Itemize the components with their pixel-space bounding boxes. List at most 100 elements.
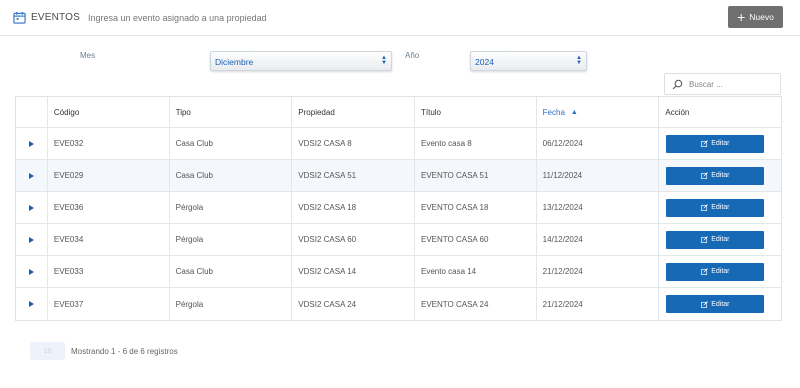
edit-button[interactable]: Editar [666, 230, 765, 249]
header-propiedad[interactable]: Propiedad [292, 97, 415, 127]
expand-cell[interactable] [16, 192, 48, 223]
cell-fecha: 13/12/2024 [537, 192, 660, 223]
cell-propiedad: VDSI2 CASA 18 [292, 192, 415, 223]
expand-cell[interactable] [16, 224, 48, 255]
page-subtitle: Ingresa un evento asignado a una propied… [88, 13, 267, 23]
expand-arrow-icon[interactable] [28, 236, 34, 243]
cell-titulo: EVENTO CASA 24 [415, 288, 537, 320]
cell-codigo: EVE036 [48, 192, 170, 223]
cell-fecha: 11/12/2024 [537, 160, 660, 191]
new-button-label: Nuevo [749, 12, 774, 22]
cell-titulo: Evento casa 14 [415, 256, 537, 287]
cell-accion: Editar [659, 192, 781, 223]
new-button[interactable]: + Nuevo [728, 6, 783, 28]
cell-accion: Editar [659, 160, 781, 191]
edit-icon [701, 140, 709, 147]
edit-button[interactable]: Editar [666, 166, 765, 185]
cell-tipo: Casa Club [170, 256, 293, 287]
edit-button[interactable]: Editar [666, 295, 765, 313]
table-row: EVE037 Pérgola VDSI2 CASA 24 EVENTO CASA… [16, 288, 781, 320]
table-row: EVE034 Pérgola VDSI2 CASA 60 EVENTO CASA… [16, 224, 781, 256]
pagination-info: Mostrando 1 - 6 de 6 registros [71, 347, 178, 356]
edit-icon [701, 236, 709, 243]
edit-button[interactable]: Editar [666, 198, 765, 217]
edit-icon [701, 204, 709, 211]
sort-asc-icon: ▲ [570, 108, 578, 116]
cell-fecha: 21/12/2024 [537, 256, 660, 287]
cell-tipo: Pérgola [170, 224, 293, 255]
select-arrows-icon: ▲ ▼ [576, 55, 582, 66]
cell-titulo: Evento casa 8 [415, 128, 537, 159]
cell-accion: Editar [659, 224, 781, 255]
cell-accion: Editar [659, 256, 781, 287]
expand-arrow-icon[interactable] [28, 268, 34, 275]
month-select-value: Diciembre [215, 57, 254, 67]
cell-titulo: EVENTO CASA 51 [415, 160, 537, 191]
expand-arrow-icon[interactable] [28, 301, 34, 307]
cell-tipo: Casa Club [170, 160, 293, 191]
table-row: EVE032 Casa Club VDSI2 CASA 8 Evento cas… [16, 128, 781, 160]
cell-titulo: EVENTO CASA 18 [415, 192, 537, 223]
cell-codigo: EVE032 [48, 128, 170, 159]
table-header-row: Código Tipo Propiedad Título Fecha ▲ Acc… [16, 97, 781, 128]
header-fecha[interactable]: Fecha ▲ [537, 97, 660, 127]
cell-codigo: EVE037 [48, 288, 170, 320]
header-expand [16, 97, 48, 127]
edit-button-label: Editar [711, 300, 730, 308]
header-accion: Acción [665, 107, 690, 117]
search-input[interactable]: Buscar ... [664, 73, 781, 95]
edit-button-label: Editar [711, 268, 730, 275]
expand-arrow-icon[interactable] [28, 140, 34, 147]
calendar-icon [13, 11, 26, 24]
edit-icon [701, 300, 709, 308]
page-title: EVENTOS [31, 12, 81, 23]
cell-accion: Editar [659, 128, 781, 159]
year-select[interactable]: 2024 ▲ ▼ [470, 51, 587, 71]
edit-button[interactable]: Editar [666, 262, 765, 281]
expand-arrow-icon[interactable] [28, 172, 34, 179]
expand-cell[interactable] [16, 160, 48, 191]
cell-fecha: 14/12/2024 [537, 224, 660, 255]
header-tipo[interactable]: Tipo [170, 97, 293, 127]
cell-propiedad: VDSI2 CASA 8 [292, 128, 415, 159]
edit-button-label: Editar [711, 204, 730, 211]
table-row: EVE036 Pérgola VDSI2 CASA 18 EVENTO CASA… [16, 192, 781, 224]
page-size-button[interactable]: 10 [30, 342, 65, 360]
cell-fecha: 21/12/2024 [537, 288, 660, 320]
cell-codigo: EVE033 [48, 256, 170, 287]
page-header: EVENTOS Ingresa un evento asignado a una… [0, 0, 800, 36]
table-row: EVE029 Casa Club VDSI2 CASA 51 EVENTO CA… [16, 160, 781, 192]
header-fecha-label: Fecha [542, 107, 565, 117]
header-codigo[interactable]: Código [48, 97, 170, 127]
cell-codigo: EVE034 [48, 224, 170, 255]
cell-tipo: Casa Club [170, 128, 293, 159]
search-placeholder: Buscar ... [689, 80, 723, 89]
cell-codigo: EVE029 [48, 160, 170, 191]
header-titulo[interactable]: Título [415, 97, 537, 127]
cell-propiedad: VDSI2 CASA 14 [292, 256, 415, 287]
cell-tipo: Pérgola [170, 192, 293, 223]
select-arrows-icon: ▲ ▼ [381, 55, 387, 66]
cell-propiedad: VDSI2 CASA 24 [292, 288, 415, 320]
table-row: EVE033 Casa Club VDSI2 CASA 14 Evento ca… [16, 256, 781, 288]
edit-button[interactable]: Editar [666, 134, 765, 153]
cell-accion: Editar [659, 288, 781, 320]
cell-titulo: EVENTO CASA 60 [415, 224, 537, 255]
edit-button-label: Editar [711, 140, 730, 147]
expand-cell[interactable] [16, 256, 48, 287]
cell-fecha: 06/12/2024 [537, 128, 660, 159]
month-label: Mes [80, 51, 96, 60]
expand-cell[interactable] [16, 288, 48, 320]
expand-cell[interactable] [16, 128, 48, 159]
cell-propiedad: VDSI2 CASA 51 [292, 160, 415, 191]
edit-button-label: Editar [711, 172, 730, 179]
search-icon [672, 79, 683, 90]
events-table: Código Tipo Propiedad Título Fecha ▲ Acc… [15, 96, 782, 321]
cell-propiedad: VDSI2 CASA 60 [292, 224, 415, 255]
expand-arrow-icon[interactable] [28, 204, 34, 211]
cell-tipo: Pérgola [170, 288, 293, 320]
year-label: Año [405, 51, 420, 60]
month-select[interactable]: Diciembre ▲ ▼ [210, 51, 392, 71]
edit-icon [701, 268, 709, 275]
year-select-value: 2024 [475, 57, 494, 67]
